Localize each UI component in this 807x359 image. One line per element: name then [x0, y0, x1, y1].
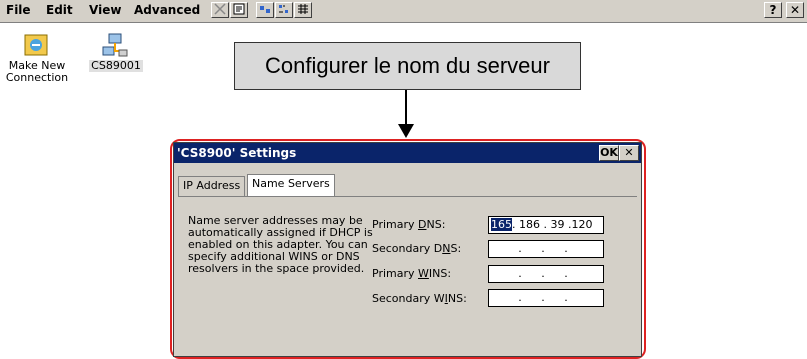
network-connection-icon — [101, 32, 131, 60]
secondary-wins-field[interactable]: . . . — [488, 289, 604, 307]
primary-dns-selected: 165 — [491, 218, 512, 231]
secondary-wins-label: Secondary WINS: — [372, 292, 467, 305]
help-button[interactable]: ? — [764, 2, 782, 18]
delete-icon[interactable] — [211, 2, 229, 18]
dialog-title: 'CS8900' Settings — [177, 146, 297, 160]
menu-advanced[interactable]: Advanced — [134, 3, 200, 17]
menu-edit[interactable]: Edit — [46, 3, 73, 17]
primary-dns-field[interactable]: 165. 186 . 39 .120 — [488, 216, 604, 234]
make-new-connection-icon — [23, 32, 51, 60]
primary-wins-field[interactable]: . . . — [488, 265, 604, 283]
tab-ip-address[interactable]: IP Address — [178, 176, 246, 196]
callout-arrow — [405, 90, 407, 126]
description-text: Name server addresses may be automatical… — [188, 214, 373, 275]
callout-box: Configurer le nom du serveur — [234, 42, 581, 90]
dialog-titlebar: 'CS8900' Settings OK ✕ — [174, 143, 641, 163]
make-new-connection[interactable]: Make New Connection — [4, 32, 70, 84]
primary-dns-rest: . 186 . 39 .120 — [512, 218, 593, 231]
menu-bar: File Edit View Advanced ? ✕ — [0, 0, 807, 23]
menu-view[interactable]: View — [89, 3, 121, 17]
ok-button[interactable]: OK — [599, 145, 619, 161]
close-button[interactable]: ✕ — [786, 2, 804, 18]
properties-icon[interactable] — [230, 2, 248, 18]
tab-name-servers[interactable]: Name Servers — [247, 174, 335, 196]
large-icons-view-icon[interactable] — [256, 2, 274, 18]
menu-file[interactable]: File — [6, 3, 31, 17]
cs89001-connection[interactable]: CS89001 — [86, 32, 146, 72]
primary-wins-label: Primary WINS: — [372, 267, 452, 280]
secondary-dns-field[interactable]: . . . — [488, 240, 604, 258]
secondary-dns-label: Secondary DNS: — [372, 242, 462, 255]
cs89001-label: CS89001 — [89, 59, 143, 72]
settings-dialog: 'CS8900' Settings OK ✕ IP Address Name S… — [173, 142, 642, 357]
small-icons-view-icon[interactable] — [275, 2, 293, 18]
details-view-icon[interactable] — [294, 2, 312, 18]
callout-arrow-head — [398, 124, 414, 138]
make-new-connection-label-2: Connection — [5, 71, 69, 84]
dialog-close-button[interactable]: ✕ — [619, 145, 639, 161]
primary-dns-label: Primary DNS: — [372, 218, 446, 231]
